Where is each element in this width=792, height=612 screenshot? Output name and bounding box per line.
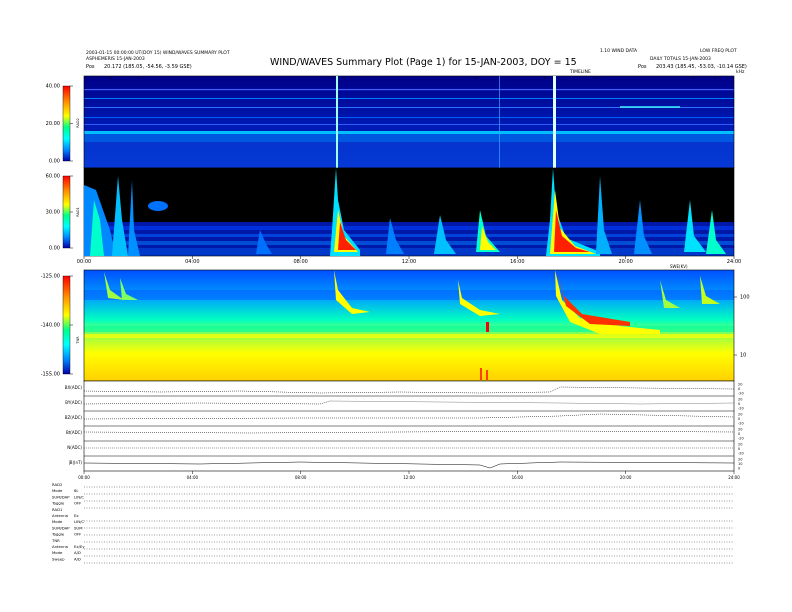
line-panel-tick-label: 0 (738, 387, 740, 391)
line-panel-label: |B|(nT) (68, 460, 82, 465)
bottom-time-tick-label: 04:00 (187, 475, 199, 480)
footer-row-value: LIN/C (74, 519, 84, 524)
line-panel-tick-label: 0 (738, 402, 740, 406)
footer-row-label: Mode (52, 550, 63, 555)
line-panel-tick-label: 0 (738, 417, 740, 421)
footer-row-value: Ex/Ey (74, 544, 85, 549)
footer-row-label: Antenna (52, 513, 68, 518)
footer-row-label: Sweep (52, 556, 65, 561)
panel-tick-label: 40.00 (46, 84, 60, 90)
line-panel-label: N(ADC) (67, 445, 82, 450)
footer-row-value: OFF (74, 532, 81, 537)
footer-row-label: SUM/DAP (52, 525, 70, 530)
time-tick-label: 20:00 (618, 259, 632, 265)
line-panel-tick-label: -20 (738, 392, 744, 396)
line-panel-label: BX(ADC) (65, 385, 83, 390)
footer-row-label: Mode (52, 519, 63, 524)
line-panel-tick-label: 20 (738, 413, 742, 417)
footer-row-label: Toggle (51, 532, 65, 537)
line-panel-tick-label: -20 (738, 407, 744, 411)
line-panel-tick-label: 0 (738, 432, 740, 436)
time-tick-label: 12:00 (402, 259, 416, 265)
line-panel-label: Bt(ADC) (66, 430, 82, 435)
footer-row-label: RAD1 (52, 507, 63, 512)
time-tick-label: 16:00 (510, 259, 524, 265)
bottom-time-tick-label: 24:00 (728, 475, 740, 480)
line-panel-tick-label: -20 (738, 437, 744, 441)
footer-row-value: A/D (74, 556, 81, 561)
bottom-time-tick-label: 00:00 (78, 475, 90, 480)
line-panel-tick-label: 0 (738, 467, 740, 471)
footer-row-value: LIN/C (74, 494, 84, 499)
line-panel-tick-label: 10 (738, 462, 742, 466)
bottom-time-tick-label: 16:00 (512, 475, 524, 480)
line-panel-tick-label: -20 (738, 422, 744, 426)
line-panels (83, 380, 735, 472)
panel-tick-label: 0.00 (49, 246, 60, 252)
panel-tick-label: 20.00 (46, 121, 60, 127)
line-panel-tick-label: 20 (738, 458, 742, 462)
footer-row-label: Toggle (51, 501, 65, 506)
panel-name-label: RAD2 (76, 118, 80, 128)
tnr-right-tick-label: 100 (740, 295, 750, 301)
line-panel-tick-label: 0 (738, 447, 740, 451)
line-panel-tick-label: -20 (738, 452, 744, 456)
footer-row-label: TNR (51, 538, 60, 543)
footer-row-label: SUM/DAP (52, 494, 70, 499)
colorbars (62, 85, 71, 375)
panel-tick-label: 60.00 (46, 174, 60, 180)
tnr-right-tick-label: 10 (740, 353, 746, 359)
tnr-right-axis-label: SWE(KV) (670, 264, 688, 269)
time-tick-label: 24:00 (727, 259, 741, 265)
panel-name-label: TNR (76, 336, 80, 345)
bottom-time-tick-label: 12:00 (403, 475, 415, 480)
bottom-time-tick-label: 20:00 (620, 475, 632, 480)
footer-row-value: A/D (74, 550, 81, 555)
line-panel-tick-label: 20 (738, 383, 742, 387)
wind-waves-chart: 40.00 20.00 0.00 RAD2 60.00 30.00 0.00 RAD1 -125… (41, 75, 750, 564)
footer-row-value: Ex (74, 513, 79, 518)
line-panel-tick-label: 20 (738, 443, 742, 447)
tnr-panel (83, 269, 735, 382)
footer-row-label: RAD2 (52, 482, 63, 487)
footer-row-value: 6L (74, 488, 79, 493)
footer-row-label: Mode (52, 488, 63, 493)
line-panel-tick-label: 20 (738, 398, 742, 402)
line-panel-label: BZ(ADC) (65, 415, 83, 420)
rad2-panel (83, 75, 735, 169)
time-tick-label: 04:00 (185, 259, 199, 265)
bottom-time-tick-label: 08:00 (295, 475, 307, 480)
panel-name-label: RAD1 (76, 207, 80, 217)
panel-tick-label: -155.00 (41, 372, 60, 378)
footer-lines (84, 486, 734, 564)
time-tick-label: 08:00 (293, 259, 307, 265)
panel-tick-label: 30.00 (46, 210, 60, 216)
line-panel-tick-label: 20 (738, 428, 742, 432)
time-tick-label: 00:00 (77, 259, 91, 265)
line-panel-label: BY(ADC) (65, 400, 82, 405)
footer-row-value: OFF (74, 501, 81, 506)
panel-tick-label: -125.00 (41, 274, 60, 280)
panel-tick-label: -140.00 (41, 323, 60, 329)
footer-row-value: SUM (74, 525, 82, 530)
panel-tick-label: 0.00 (49, 159, 60, 165)
footer-row-label: Antenna (52, 544, 68, 549)
